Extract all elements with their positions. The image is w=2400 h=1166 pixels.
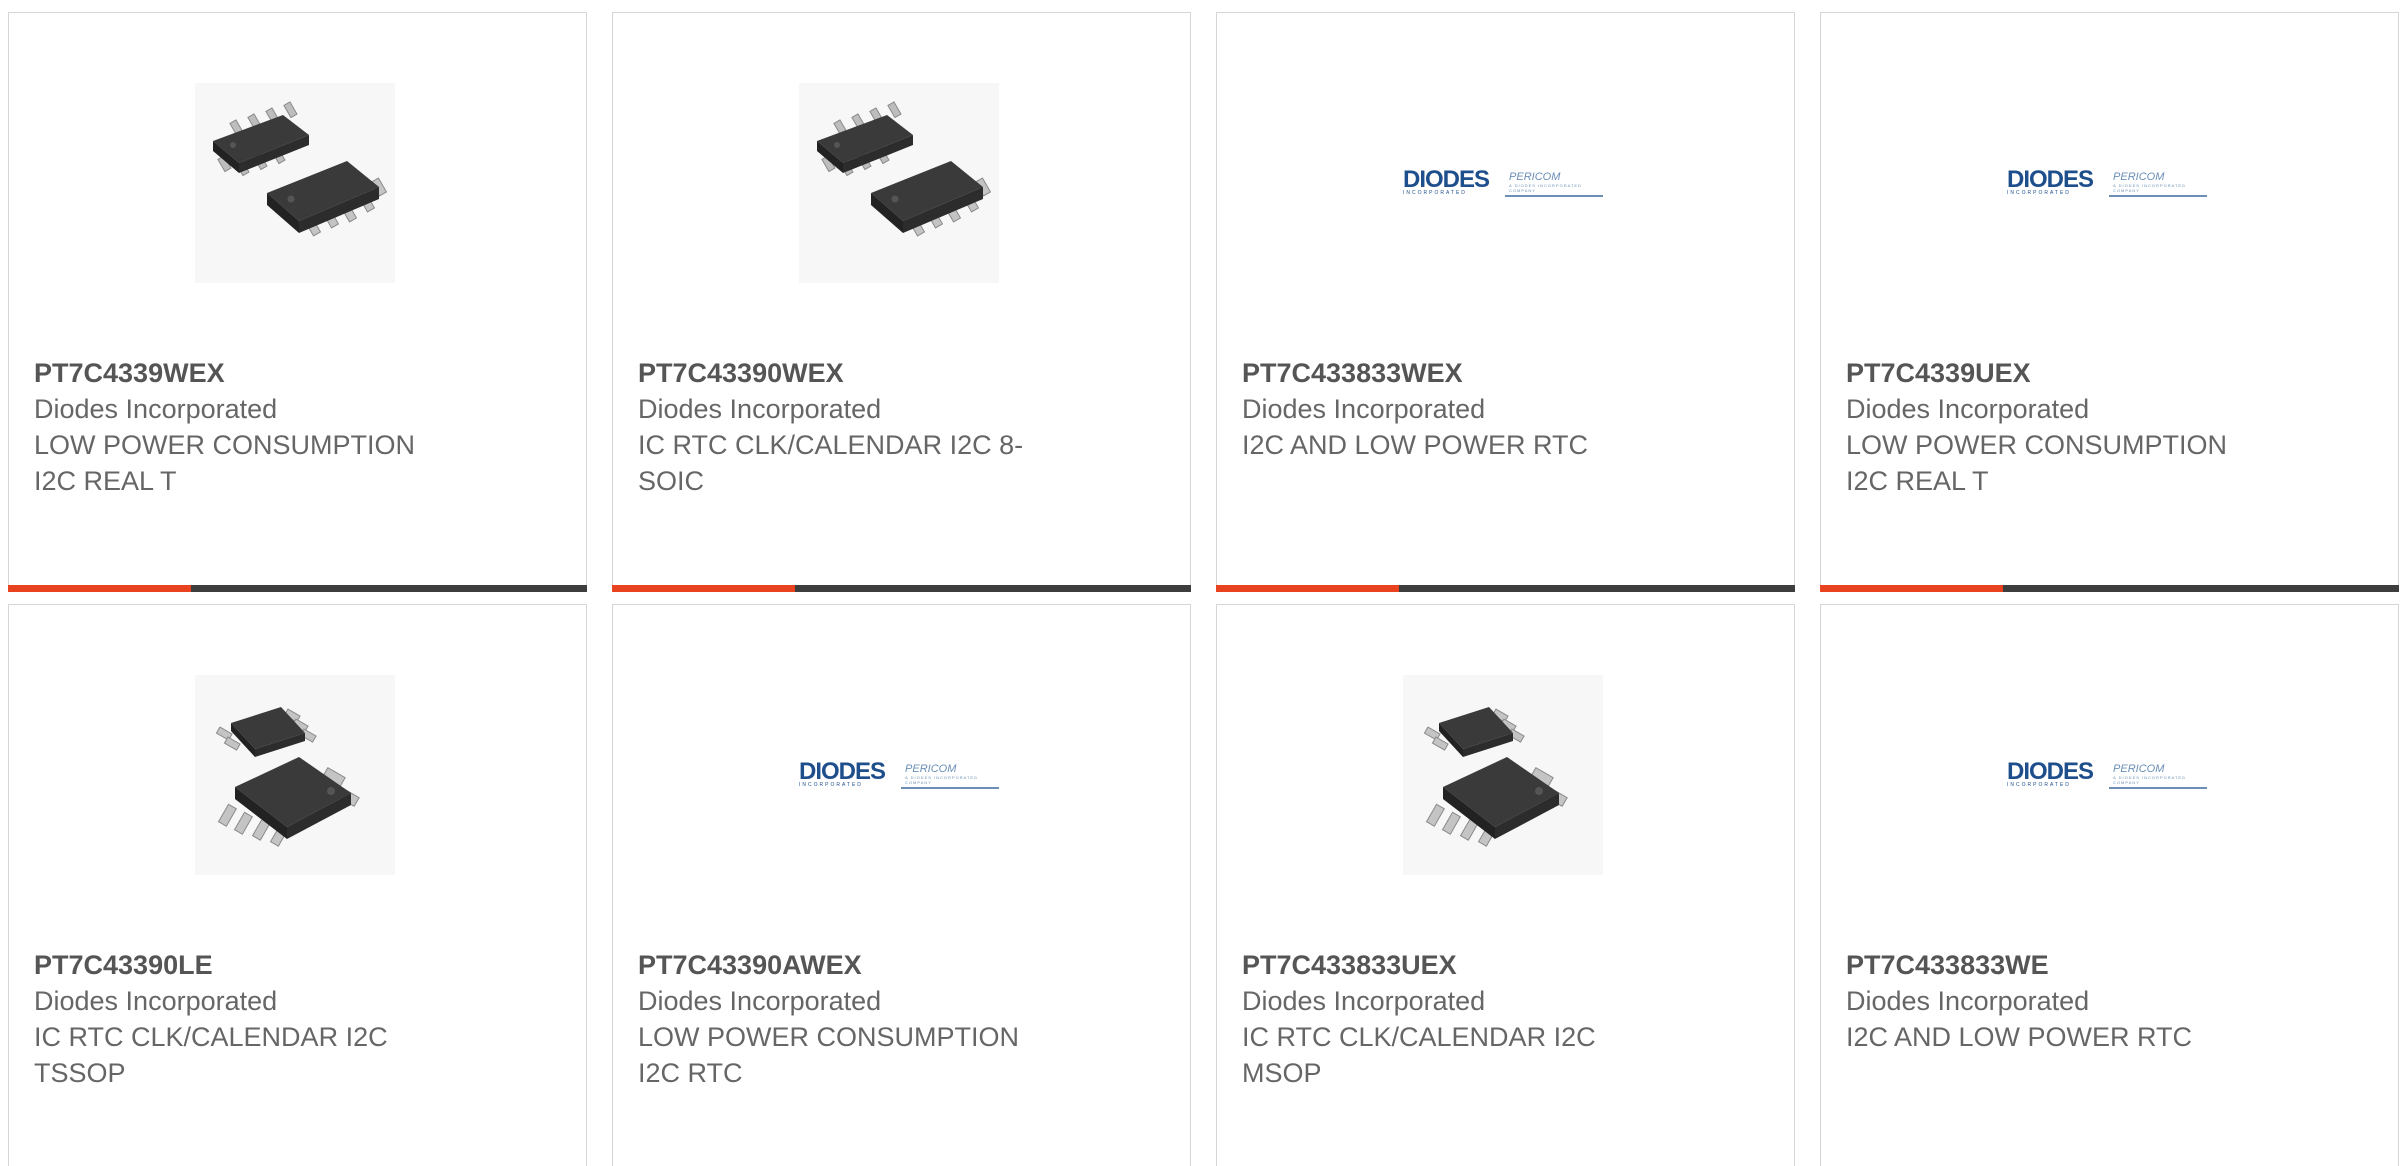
card-accent-bar (612, 585, 795, 592)
diodes-pericom-logo-icon: DIODES INCORPORATED PERICOM A DIODES INCORP… (1403, 166, 1603, 197)
product-image[interactable] (195, 675, 395, 875)
part-number[interactable]: PT7C43390AWEX (638, 947, 1068, 983)
part-number[interactable]: PT7C43390LE (34, 947, 464, 983)
card-bottom-bar (8, 585, 587, 592)
diodes-logo-text: DIODES (2007, 758, 2094, 785)
soic-8-package-icon (195, 83, 395, 283)
product-info: PT7C43390AWEX Diodes Incorporated LOW POWE… (638, 947, 1068, 1091)
part-number[interactable]: PT7C433833UEX (1242, 947, 1672, 983)
diodes-logo-text: DIODES (799, 758, 886, 785)
product-card[interactable]: DIODES INCORPORATED PERICOM A DIODES INCORP… (612, 604, 1191, 1166)
card-accent-bar (1820, 585, 2003, 592)
diodes-pericom-logo-icon: DIODES INCORPORATED PERICOM A DIODES INCORP… (2007, 166, 2207, 197)
part-number[interactable]: PT7C4339WEX (34, 355, 464, 391)
product-description: LOW POWER CONSUMPTION I2C REAL T (1846, 430, 2228, 496)
part-number[interactable]: PT7C433833WEX (1242, 355, 1672, 391)
pericom-logo-subtext: A DIODES INCORPORATED COMPANY (2113, 183, 2186, 193)
diodes-logo-text: DIODES (2007, 166, 2094, 193)
product-info: PT7C4339WEX Diodes Incorporated LOW POWER … (34, 355, 464, 499)
product-description: I2C AND LOW POWER RTC (1846, 1022, 2193, 1052)
product-description: I2C AND LOW POWER RTC (1242, 430, 1589, 460)
pericom-logo-text: PERICOM (905, 763, 957, 775)
diodes-logo-text: DIODES (1403, 166, 1490, 193)
manufacturer: Diodes Incorporated (1846, 986, 2090, 1016)
product-image[interactable] (195, 83, 395, 283)
product-info: PT7C433833WEX Diodes Incorporated I2C AND … (1242, 355, 1672, 463)
product-description: LOW POWER CONSUMPTION I2C REAL T (34, 430, 416, 496)
product-card[interactable]: DIODES INCORPORATED PERICOM A DIODES INCORP… (1820, 604, 2399, 1166)
product-grid: PT7C4339WEX Diodes Incorporated LOW POWER … (8, 12, 2399, 1166)
product-description: IC RTC CLK/CALENDAR I2C 8-SOIC (638, 430, 1024, 496)
product-description: IC RTC CLK/CALENDAR I2C MSOP (1242, 1022, 1596, 1088)
product-info: PT7C433833UEX Diodes Incorporated IC RTC C… (1242, 947, 1672, 1091)
product-card[interactable]: DIODES INCORPORATED PERICOM A DIODES INCORP… (1820, 12, 2399, 592)
part-number[interactable]: PT7C4339UEX (1846, 355, 2276, 391)
product-description: LOW POWER CONSUMPTION I2C RTC (638, 1022, 1020, 1088)
product-image[interactable]: DIODES INCORPORATED PERICOM A DIODES INCORP… (2007, 83, 2207, 283)
product-image[interactable]: DIODES INCORPORATED PERICOM A DIODES INCORP… (1403, 83, 1603, 283)
diodes-pericom-logo-icon: DIODES INCORPORATED PERICOM A DIODES INCORP… (2007, 758, 2207, 789)
product-card[interactable]: DIODES INCORPORATED PERICOM A DIODES INCORP… (1216, 12, 1795, 592)
pericom-logo-text: PERICOM (1509, 171, 1561, 183)
product-image[interactable] (799, 83, 999, 283)
product-image[interactable]: DIODES INCORPORATED PERICOM A DIODES INCORP… (2007, 675, 2207, 875)
part-number[interactable]: PT7C433833WE (1846, 947, 2276, 983)
card-accent-bar (8, 585, 191, 592)
product-card[interactable]: PT7C43390LE Diodes Incorporated IC RTC CLK… (8, 604, 587, 1166)
pericom-logo-subtext: A DIODES INCORPORATED COMPANY (2113, 775, 2186, 785)
msop-package-icon (195, 675, 395, 875)
manufacturer: Diodes Incorporated (638, 394, 882, 424)
product-description: IC RTC CLK/CALENDAR I2C TSSOP (34, 1022, 388, 1088)
product-image[interactable]: DIODES INCORPORATED PERICOM A DIODES INCORP… (799, 675, 999, 875)
card-bottom-bar (1216, 585, 1795, 592)
product-info: PT7C43390WEX Diodes Incorporated IC RTC CL… (638, 355, 1068, 499)
manufacturer: Diodes Incorporated (638, 986, 882, 1016)
soic-8-package-icon (799, 83, 999, 283)
manufacturer: Diodes Incorporated (1242, 394, 1486, 424)
manufacturer: Diodes Incorporated (1242, 986, 1486, 1016)
product-card[interactable]: PT7C4339WEX Diodes Incorporated LOW POWER … (8, 12, 587, 592)
card-accent-bar (1216, 585, 1399, 592)
product-image[interactable] (1403, 675, 1603, 875)
msop-package-icon (1403, 675, 1603, 875)
pericom-logo-text: PERICOM (2113, 763, 2165, 775)
product-info: PT7C43390LE Diodes Incorporated IC RTC CLK… (34, 947, 464, 1091)
card-bottom-bar (612, 585, 1191, 592)
pericom-logo-subtext: A DIODES INCORPORATED COMPANY (905, 775, 978, 785)
pericom-logo-subtext: A DIODES INCORPORATED COMPANY (1509, 183, 1582, 193)
manufacturer: Diodes Incorporated (34, 394, 278, 424)
manufacturer: Diodes Incorporated (1846, 394, 2090, 424)
card-bottom-bar (1820, 585, 2399, 592)
product-info: PT7C433833WE Diodes Incorporated I2C AND L… (1846, 947, 2276, 1055)
product-info: PT7C4339UEX Diodes Incorporated LOW POWER … (1846, 355, 2276, 499)
diodes-pericom-logo-icon: DIODES INCORPORATED PERICOM A DIODES INCORP… (799, 758, 999, 789)
product-card[interactable]: PT7C433833UEX Diodes Incorporated IC RTC C… (1216, 604, 1795, 1166)
product-card[interactable]: PT7C43390WEX Diodes Incorporated IC RTC CL… (612, 12, 1191, 592)
manufacturer: Diodes Incorporated (34, 986, 278, 1016)
part-number[interactable]: PT7C43390WEX (638, 355, 1068, 391)
pericom-logo-text: PERICOM (2113, 171, 2165, 183)
